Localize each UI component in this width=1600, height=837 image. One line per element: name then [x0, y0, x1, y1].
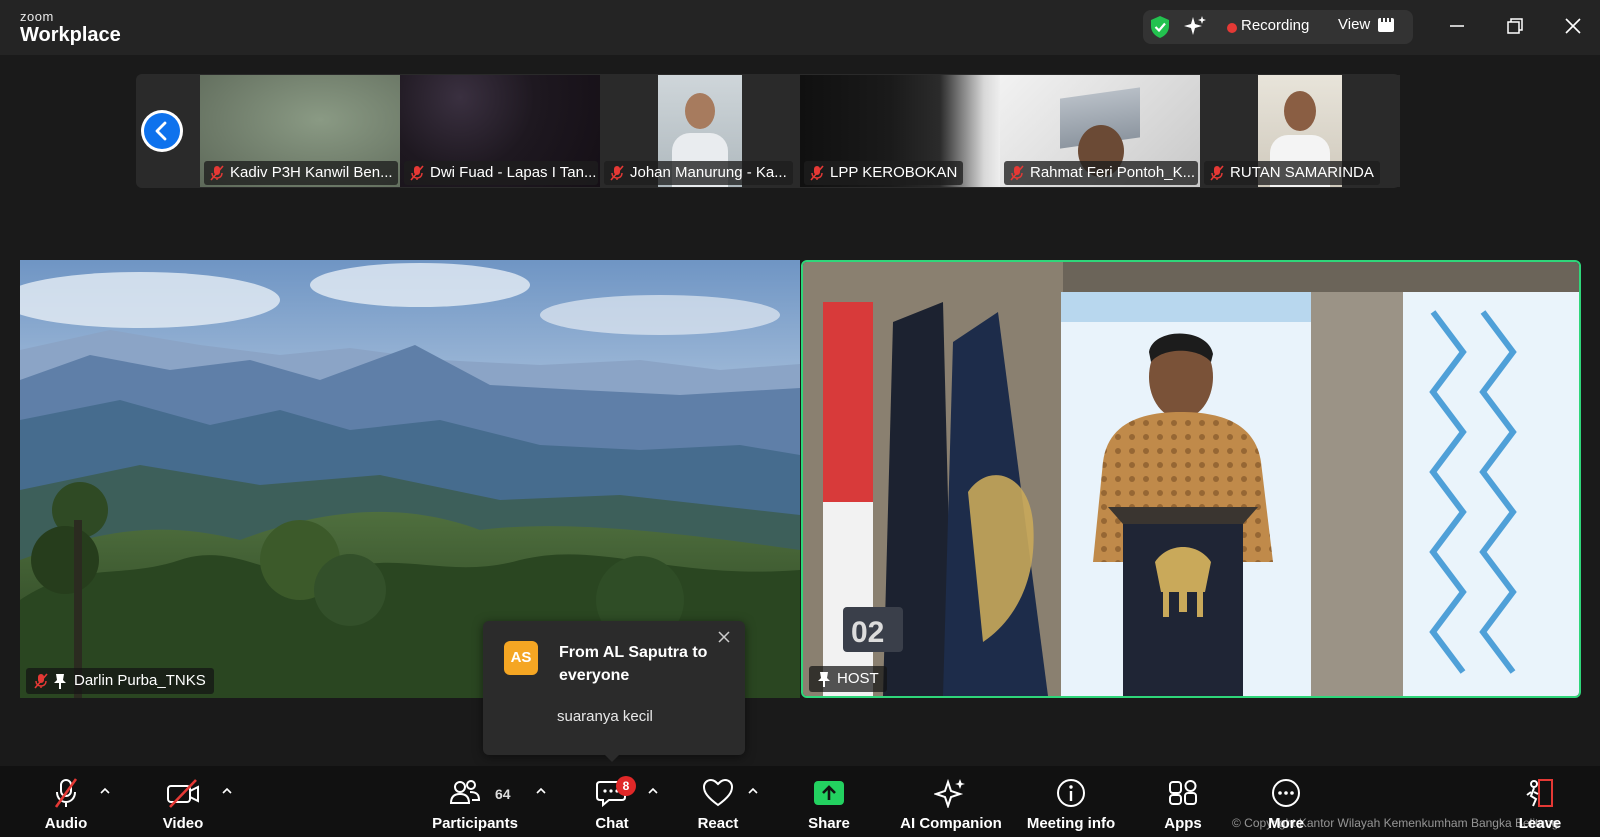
- host-video: 02: [803, 262, 1579, 696]
- chat-button[interactable]: Chat: [582, 766, 642, 837]
- chat-message: suaranya kecil: [557, 708, 653, 725]
- participant-name-tag: HOST: [809, 666, 887, 692]
- app-logo: zoom Workplace: [20, 10, 121, 45]
- react-button[interactable]: React: [690, 766, 746, 837]
- participant-name: Dwi Fuad - Lapas I Tan...: [404, 161, 598, 185]
- apps-icon: [1169, 780, 1197, 805]
- participant-name-tag: Darlin Purba_TNKS: [26, 668, 214, 694]
- share-screen-icon: [814, 781, 844, 805]
- chevron-left-icon: [155, 121, 167, 141]
- ai-sparkle-icon: [934, 778, 965, 808]
- info-icon: [1057, 779, 1085, 807]
- participant-thumbnail[interactable]: Rahmat Feri Pontoh_K...: [1000, 75, 1200, 187]
- chevron-up-icon[interactable]: [647, 786, 659, 796]
- participant-thumbnail[interactable]: Dwi Fuad - Lapas I Tan...: [400, 75, 600, 187]
- chat-notification-toast[interactable]: AS From AL Saputra to everyone suaranya …: [483, 621, 745, 755]
- close-window-icon[interactable]: [1561, 14, 1585, 38]
- chevron-up-icon[interactable]: [747, 786, 759, 796]
- brand-small: zoom: [20, 9, 54, 24]
- more-icon: [1272, 779, 1300, 807]
- mic-muted-icon: [1010, 165, 1024, 181]
- heart-icon: [702, 778, 734, 807]
- video-button[interactable]: Video: [155, 766, 211, 837]
- participants-count: 64: [495, 786, 511, 802]
- mic-muted-icon: [810, 165, 824, 181]
- toast-pointer: [604, 754, 620, 762]
- mic-muted-icon: [210, 165, 224, 181]
- sender-avatar: AS: [504, 641, 538, 675]
- share-button[interactable]: Share: [801, 766, 857, 837]
- chat-unread-badge: 8: [616, 776, 636, 796]
- ai-sparkle-icon[interactable]: [1183, 15, 1207, 39]
- title-bar: zoom Workplace Recording View: [0, 0, 1600, 55]
- pin-icon: [818, 672, 830, 687]
- video-tile-host[interactable]: 02 HOST: [801, 260, 1581, 698]
- svg-text:02: 02: [851, 616, 884, 649]
- mic-muted-icon: [1210, 165, 1224, 181]
- strip-previous-button[interactable]: [141, 110, 183, 152]
- pin-icon: [54, 674, 66, 689]
- chevron-up-icon[interactable]: [99, 786, 111, 796]
- recording-label[interactable]: Recording: [1241, 17, 1309, 34]
- participant-name: LPP KEROBOKAN: [804, 161, 964, 185]
- mic-muted-icon: [610, 165, 624, 181]
- recording-dot: [1227, 23, 1237, 33]
- chevron-up-icon[interactable]: [535, 786, 547, 796]
- participants-icon: [449, 780, 481, 804]
- mic-muted-icon: [34, 673, 48, 689]
- meeting-info-button[interactable]: Meeting info: [1023, 766, 1119, 837]
- participant-name: RUTAN SAMARINDA: [1204, 161, 1380, 185]
- apps-button[interactable]: Apps: [1155, 766, 1211, 837]
- participant-name: Kadiv P3H Kanwil Ben...: [204, 161, 398, 185]
- audio-button[interactable]: Audio: [38, 766, 94, 837]
- view-button[interactable]: View: [1338, 16, 1370, 33]
- restore-icon[interactable]: [1503, 14, 1527, 38]
- brand-large: Workplace: [20, 24, 121, 46]
- close-icon[interactable]: [717, 630, 731, 644]
- participant-name: Rahmat Feri Pontoh_K...: [1004, 161, 1198, 185]
- mic-muted-icon: [54, 778, 78, 808]
- mic-muted-icon: [410, 165, 424, 181]
- chevron-up-icon[interactable]: [221, 786, 233, 796]
- leave-icon: [1526, 779, 1553, 807]
- participant-thumbnail[interactable]: LPP KEROBOKAN: [800, 75, 1000, 187]
- video-off-icon: [167, 779, 199, 808]
- copyright-watermark: © Copyright Kantor Wilayah Kemenkumham B…: [1232, 816, 1559, 830]
- ai-companion-button[interactable]: AI Companion: [896, 766, 1006, 837]
- chat-sender-line: From AL Saputra to everyone: [559, 644, 708, 684]
- shield-icon[interactable]: [1149, 15, 1171, 39]
- participant-thumbnail[interactable]: RUTAN SAMARINDA: [1200, 75, 1400, 187]
- participant-thumbnail[interactable]: Kadiv P3H Kanwil Ben...: [200, 75, 400, 187]
- participant-name: Johan Manurung - Ka...: [604, 161, 793, 185]
- participant-thumbnail[interactable]: Johan Manurung - Ka...: [600, 75, 800, 187]
- grid-view-icon[interactable]: [1378, 18, 1394, 32]
- minimize-icon[interactable]: [1445, 14, 1469, 38]
